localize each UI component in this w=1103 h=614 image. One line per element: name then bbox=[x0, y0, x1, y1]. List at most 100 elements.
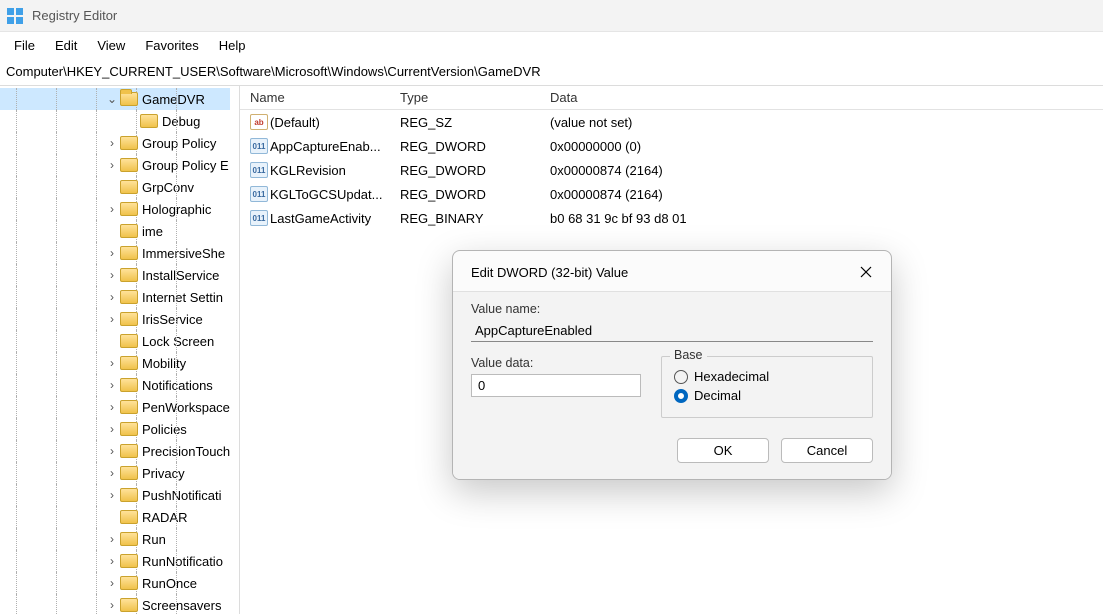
ok-button[interactable]: OK bbox=[677, 438, 769, 463]
tree-item-label: Internet Settin bbox=[142, 290, 223, 305]
tree-item[interactable]: ›Mobility bbox=[0, 352, 230, 374]
tree-item[interactable]: › Notifications bbox=[0, 374, 230, 396]
tree-view[interactable]: ⌄GameDVRDebug›Group Policy›Group Policy … bbox=[0, 86, 240, 614]
tree-item[interactable]: ›PushNotificati bbox=[0, 484, 230, 506]
address-bar[interactable]: Computer\HKEY_CURRENT_USER\Software\Micr… bbox=[0, 60, 1103, 86]
list-row[interactable]: 011KGLRevisionREG_DWORD0x00000874 (2164) bbox=[240, 158, 1103, 182]
tree-item[interactable]: GrpConv bbox=[0, 176, 230, 198]
tree-item[interactable]: › Internet Settin bbox=[0, 286, 230, 308]
value-name: KGLToGCSUpdat... bbox=[270, 187, 382, 202]
radio-hex-circle bbox=[674, 370, 688, 384]
folder-icon bbox=[120, 158, 138, 172]
radio-dec-label: Decimal bbox=[694, 388, 741, 403]
tree-item[interactable]: ›ImmersiveShe bbox=[0, 242, 230, 264]
value-data: 0x00000874 (2164) bbox=[544, 187, 1103, 202]
tree-item-label: PenWorkspace bbox=[142, 400, 230, 415]
chevron-right-icon[interactable]: › bbox=[104, 576, 120, 590]
list-header[interactable]: Name Type Data bbox=[240, 86, 1103, 110]
chevron-right-icon[interactable]: › bbox=[104, 466, 120, 480]
tree-item[interactable]: Lock Screen bbox=[0, 330, 230, 352]
folder-icon bbox=[120, 246, 138, 260]
chevron-right-icon[interactable]: › bbox=[104, 202, 120, 216]
folder-icon bbox=[120, 378, 138, 392]
folder-icon bbox=[120, 312, 138, 326]
close-icon[interactable] bbox=[855, 261, 877, 283]
radio-dec[interactable]: Decimal bbox=[674, 388, 860, 403]
tree-item-label: Run bbox=[142, 532, 166, 547]
chevron-right-icon[interactable]: › bbox=[104, 378, 120, 392]
tree-item[interactable]: ›Holographic bbox=[0, 198, 230, 220]
tree-item[interactable]: ime bbox=[0, 220, 230, 242]
folder-icon bbox=[120, 268, 138, 282]
chevron-right-icon[interactable]: › bbox=[104, 136, 120, 150]
chevron-right-icon[interactable]: › bbox=[104, 246, 120, 260]
chevron-right-icon[interactable]: › bbox=[104, 598, 120, 612]
menu-file[interactable]: File bbox=[4, 36, 45, 55]
tree-item[interactable]: ›RunNotificatio bbox=[0, 550, 230, 572]
tree-item[interactable]: ›IrisService bbox=[0, 308, 230, 330]
tree-item[interactable]: ›PrecisionTouch bbox=[0, 440, 230, 462]
base-group-label: Base bbox=[670, 348, 707, 362]
folder-icon bbox=[120, 510, 138, 524]
tree-item[interactable]: ⌄GameDVR bbox=[0, 88, 230, 110]
folder-icon bbox=[120, 400, 138, 414]
chevron-right-icon[interactable]: › bbox=[104, 532, 120, 546]
chevron-right-icon[interactable]: › bbox=[104, 312, 120, 326]
menu-edit[interactable]: Edit bbox=[45, 36, 87, 55]
radio-hex[interactable]: Hexadecimal bbox=[674, 369, 860, 384]
col-header-name[interactable]: Name bbox=[244, 90, 394, 105]
tree-item[interactable]: › PenWorkspace bbox=[0, 396, 230, 418]
col-header-type[interactable]: Type bbox=[394, 90, 544, 105]
tree-item[interactable]: RADAR bbox=[0, 506, 230, 528]
chevron-right-icon[interactable]: › bbox=[104, 488, 120, 502]
chevron-right-icon[interactable]: › bbox=[104, 422, 120, 436]
cancel-button[interactable]: Cancel bbox=[781, 438, 873, 463]
edit-dword-dialog: Edit DWORD (32-bit) Value Value name: Va… bbox=[452, 250, 892, 480]
chevron-right-icon[interactable]: › bbox=[104, 554, 120, 568]
chevron-right-icon[interactable]: › bbox=[104, 268, 120, 282]
tree-item[interactable]: › Run bbox=[0, 528, 230, 550]
value-name-input[interactable] bbox=[471, 320, 873, 342]
tree-item-label: RunOnce bbox=[142, 576, 197, 591]
folder-icon bbox=[120, 466, 138, 480]
chevron-right-icon[interactable]: › bbox=[104, 400, 120, 414]
tree-item[interactable]: ›InstallService bbox=[0, 264, 230, 286]
value-type: REG_SZ bbox=[394, 115, 544, 130]
chevron-right-icon[interactable]: › bbox=[104, 444, 120, 458]
tree-item[interactable]: ›Screensavers bbox=[0, 594, 230, 614]
tree-item[interactable]: ›Policies bbox=[0, 418, 230, 440]
tree-item-label: RADAR bbox=[142, 510, 188, 525]
value-name: AppCaptureEnab... bbox=[270, 139, 381, 154]
tree-item[interactable]: Debug bbox=[0, 110, 230, 132]
folder-icon bbox=[120, 554, 138, 568]
menu-help[interactable]: Help bbox=[209, 36, 256, 55]
menu-view[interactable]: View bbox=[87, 36, 135, 55]
value-name-label: Value name: bbox=[471, 302, 873, 316]
value-data: 0x00000874 (2164) bbox=[544, 163, 1103, 178]
list-row[interactable]: 011AppCaptureEnab...REG_DWORD0x00000000 … bbox=[240, 134, 1103, 158]
tree-item[interactable]: ›Group Policy bbox=[0, 132, 230, 154]
string-value-icon: ab bbox=[250, 114, 268, 130]
value-type: REG_DWORD bbox=[394, 139, 544, 154]
tree-item[interactable]: › RunOnce bbox=[0, 572, 230, 594]
list-row[interactable]: ab(Default)REG_SZ(value not set) bbox=[240, 110, 1103, 134]
tree-item[interactable]: ›Group Policy E bbox=[0, 154, 230, 176]
folder-icon bbox=[120, 598, 138, 612]
chevron-right-icon[interactable]: › bbox=[104, 290, 120, 304]
list-row[interactable]: 011LastGameActivityREG_BINARYb0 68 31 9c… bbox=[240, 206, 1103, 230]
folder-icon bbox=[120, 224, 138, 238]
tree-item-label: Notifications bbox=[142, 378, 213, 393]
chevron-down-icon[interactable]: ⌄ bbox=[104, 92, 120, 106]
tree-item[interactable]: ›Privacy bbox=[0, 462, 230, 484]
value-data-input[interactable] bbox=[471, 374, 641, 397]
col-header-data[interactable]: Data bbox=[544, 90, 1103, 105]
list-row[interactable]: 011KGLToGCSUpdat...REG_DWORD0x00000874 (… bbox=[240, 182, 1103, 206]
menu-favorites[interactable]: Favorites bbox=[135, 36, 208, 55]
chevron-right-icon[interactable]: › bbox=[104, 356, 120, 370]
chevron-right-icon[interactable]: › bbox=[104, 158, 120, 172]
window-title: Registry Editor bbox=[32, 8, 117, 23]
folder-icon bbox=[120, 136, 138, 150]
value-type: REG_DWORD bbox=[394, 187, 544, 202]
folder-icon bbox=[120, 422, 138, 436]
dialog-title: Edit DWORD (32-bit) Value bbox=[471, 265, 628, 280]
